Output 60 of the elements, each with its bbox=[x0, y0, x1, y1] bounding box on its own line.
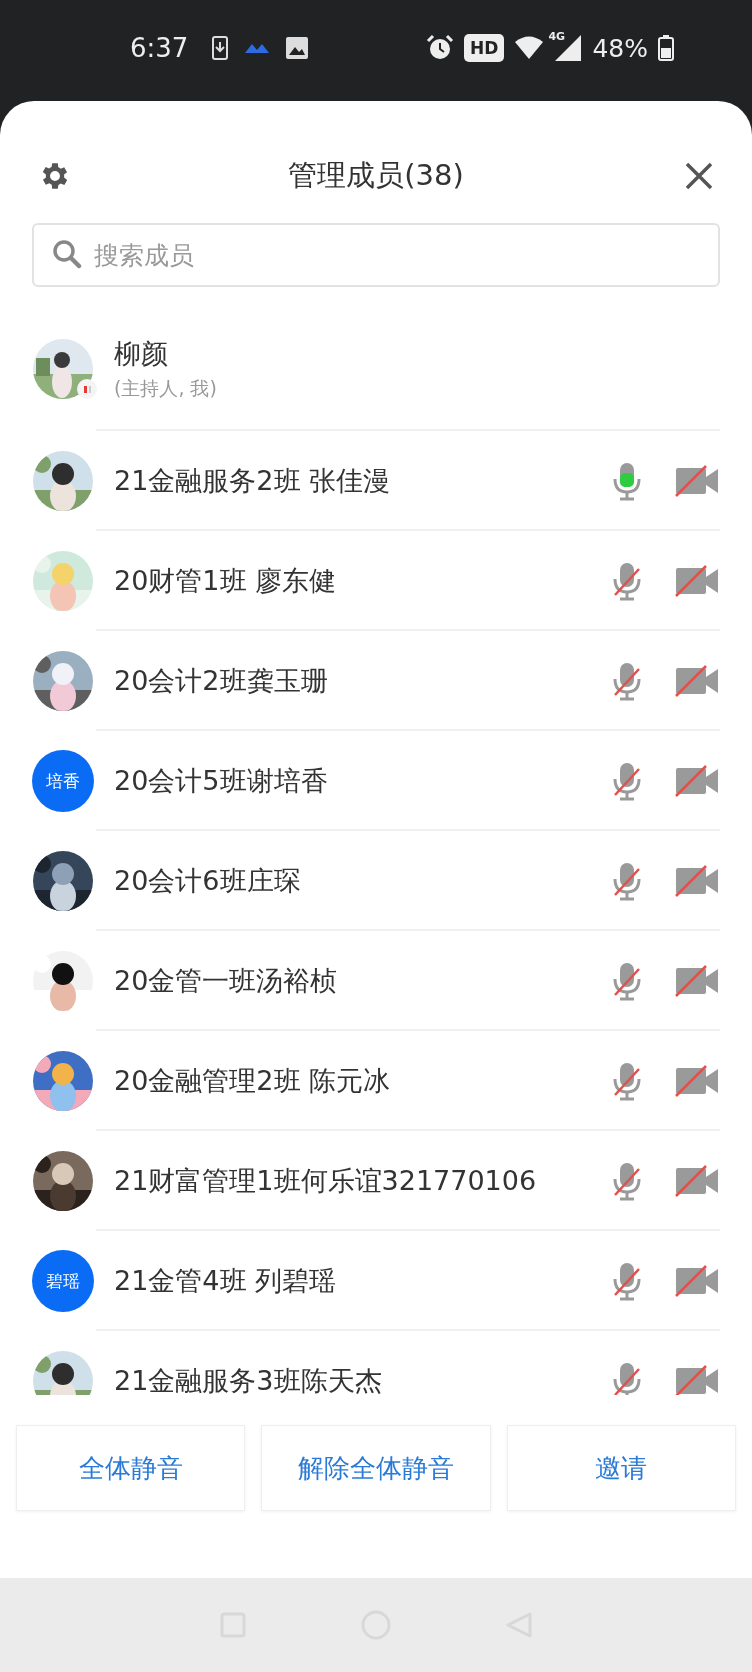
muted-microphone-icon[interactable] bbox=[612, 1061, 642, 1101]
network-type: 4G bbox=[548, 30, 566, 43]
search-field[interactable]: 搜索成员 bbox=[32, 223, 720, 287]
member-name: 21金融服务3班陈天杰 bbox=[114, 1364, 383, 1395]
mic-badge-icon bbox=[76, 378, 98, 400]
member-name: 20会计6班庄琛 bbox=[114, 864, 302, 898]
close-icon[interactable] bbox=[684, 161, 714, 191]
member-name: 21金管4班 列碧瑶 bbox=[114, 1264, 338, 1298]
hd-badge: HD bbox=[464, 34, 505, 62]
battery-icon bbox=[658, 35, 674, 61]
clock-time: 6:37 bbox=[130, 33, 189, 63]
member-row[interactable]: 碧瑶 21金管4班 列碧瑶 bbox=[0, 1231, 752, 1331]
image-icon bbox=[286, 37, 309, 59]
camera-off-icon[interactable] bbox=[674, 464, 720, 498]
muted-microphone-icon[interactable] bbox=[612, 1361, 642, 1395]
camera-off-icon[interactable] bbox=[674, 1264, 720, 1298]
muted-microphone-icon[interactable] bbox=[612, 961, 642, 1001]
member-name: 20金管一班汤裕桢 bbox=[114, 964, 339, 998]
camera-off-icon[interactable] bbox=[674, 1064, 720, 1098]
member-role: (主持人, 我) bbox=[114, 376, 217, 401]
action-button[interactable]: 邀请 bbox=[506, 1425, 736, 1511]
camera-off-icon[interactable] bbox=[674, 664, 720, 698]
download-icon bbox=[212, 36, 229, 60]
member-name: 21金融服务2班 张佳漫 bbox=[114, 464, 392, 498]
camera-off-icon[interactable] bbox=[674, 1164, 720, 1198]
member-name: 20财管1班 廖东健 bbox=[114, 564, 338, 598]
camera-off-icon[interactable] bbox=[674, 564, 720, 598]
member-row[interactable]: 21金融服务2班 张佳漫 bbox=[0, 431, 752, 531]
member-row[interactable]: 培香 20会计5班谢培香 bbox=[0, 731, 752, 831]
microphone-icon[interactable] bbox=[612, 461, 642, 501]
member-row[interactable]: 20金融管理2班 陈元冰 bbox=[0, 1031, 752, 1131]
muted-microphone-icon[interactable] bbox=[612, 761, 642, 801]
muted-microphone-icon[interactable] bbox=[612, 1161, 642, 1201]
member-name: 21财富管理1班何乐谊321770106 bbox=[114, 1164, 538, 1198]
wifi-icon bbox=[514, 35, 545, 61]
member-name: 20会计5班谢培香 bbox=[114, 764, 329, 798]
member-row[interactable]: 20会计2班龚玉珊 bbox=[0, 631, 752, 731]
muted-microphone-icon[interactable] bbox=[612, 561, 642, 601]
sheet-title: 管理成员(38) bbox=[288, 157, 464, 194]
member-name: 20会计2班龚玉珊 bbox=[114, 664, 329, 698]
search-icon bbox=[52, 239, 82, 269]
action-button[interactable]: 解除全体静音 bbox=[261, 1425, 491, 1511]
muted-microphone-icon[interactable] bbox=[612, 661, 642, 701]
alarm-icon bbox=[426, 34, 455, 62]
avatar-initials: 碧瑶 bbox=[32, 1250, 94, 1312]
action-button[interactable]: 全体静音 bbox=[16, 1425, 246, 1511]
member-row[interactable]: 21财富管理1班何乐谊321770106 bbox=[0, 1131, 752, 1231]
member-row[interactable]: 20金管一班汤裕桢 bbox=[0, 931, 752, 1031]
battery-level: 48% bbox=[592, 33, 648, 63]
member-row[interactable]: 20会计6班庄琛 bbox=[0, 831, 752, 931]
camera-off-icon[interactable] bbox=[674, 864, 720, 898]
camera-off-icon[interactable] bbox=[674, 764, 720, 798]
member-name: 柳颜 bbox=[114, 337, 169, 371]
member-name: 20金融管理2班 陈元冰 bbox=[114, 1064, 392, 1098]
muted-microphone-icon[interactable] bbox=[612, 1261, 642, 1301]
member-row[interactable]: 20财管1班 廖东健 bbox=[0, 531, 752, 631]
muted-microphone-icon[interactable] bbox=[612, 861, 642, 901]
camera-off-icon[interactable] bbox=[674, 1364, 720, 1395]
avatar-initials: 培香 bbox=[32, 750, 94, 812]
camera-off-icon[interactable] bbox=[674, 964, 720, 998]
